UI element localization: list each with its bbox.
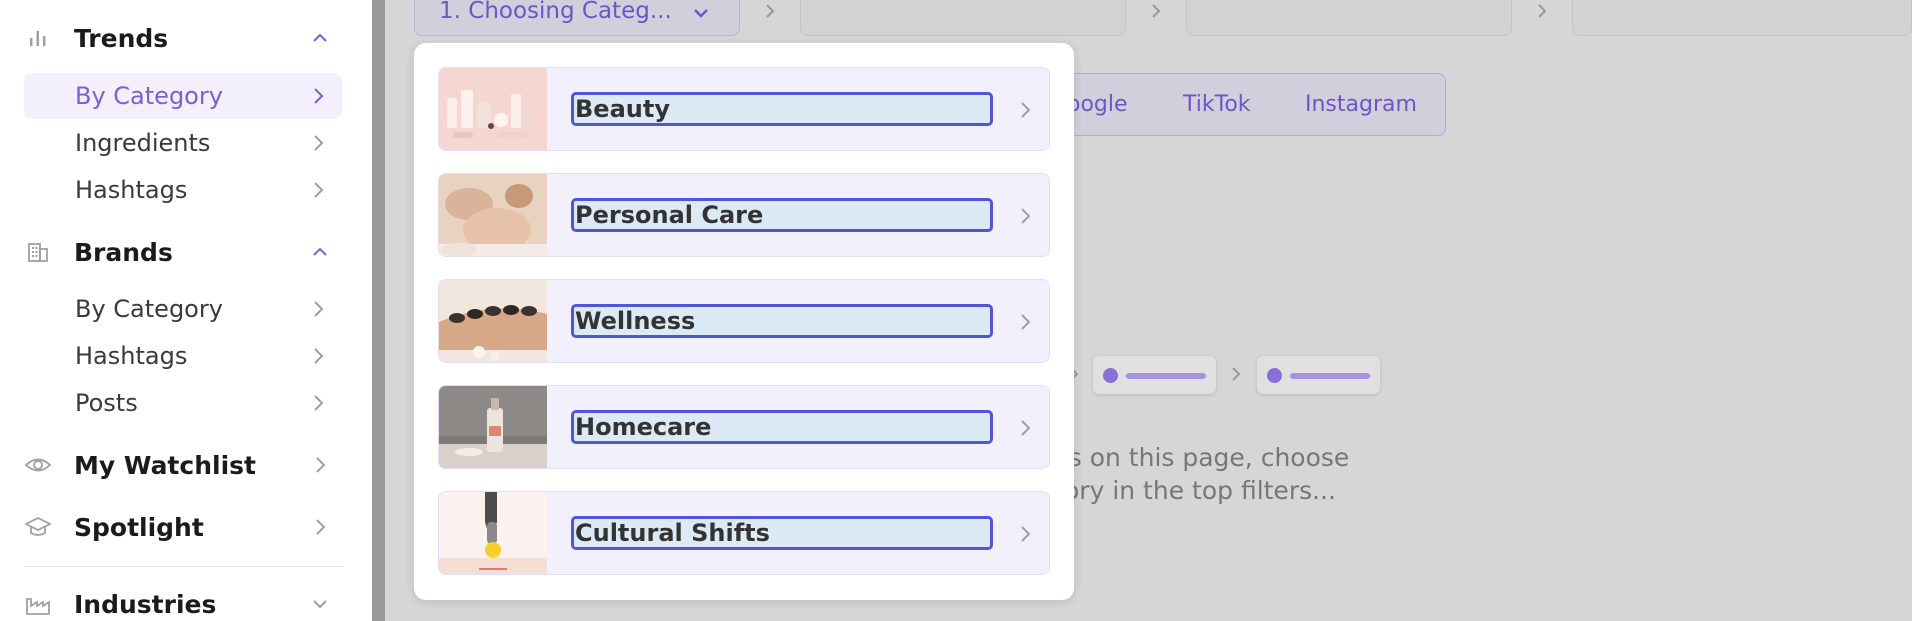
sidebar-item-brands-hashtags[interactable]: Hashtags bbox=[24, 333, 342, 379]
category-name-highlight: Cultural Shifts bbox=[571, 516, 993, 550]
step-2-select[interactable] bbox=[800, 0, 1126, 36]
chevron-right-icon bbox=[316, 519, 326, 535]
sidebar-section-label: Spotlight bbox=[74, 512, 204, 542]
sidebar-section-label: My Watchlist bbox=[74, 450, 256, 480]
sidebar-item-label: Ingredients bbox=[75, 129, 211, 157]
sidebar-item-trends-by-category[interactable]: By Category bbox=[24, 73, 342, 119]
scrollbar[interactable] bbox=[372, 0, 385, 621]
empty-state-message: lts on this page, choose ory in the top … bbox=[1052, 441, 1472, 507]
sidebar-item-posts[interactable]: Posts bbox=[24, 380, 342, 426]
empty-state-line: ory in the top filters... bbox=[1064, 476, 1336, 505]
sidebar-item-label: Posts bbox=[75, 389, 138, 417]
category-label: Beauty bbox=[575, 95, 670, 123]
mortarboard-icon bbox=[24, 513, 52, 541]
category-name-highlight: Wellness bbox=[571, 304, 993, 338]
tab-tiktok[interactable]: TikTok bbox=[1183, 92, 1251, 117]
building-icon bbox=[24, 238, 52, 266]
chevron-right-icon bbox=[766, 4, 775, 18]
sidebar-item-trends-hashtags[interactable]: Hashtags bbox=[24, 167, 342, 213]
chevron-right-icon bbox=[1021, 526, 1031, 542]
sidebar-section-label: Brands bbox=[74, 237, 173, 267]
bar-chart-icon bbox=[24, 24, 52, 52]
chevron-right-icon bbox=[1021, 314, 1031, 330]
sidebar-item-label: Hashtags bbox=[75, 342, 188, 370]
sidebar-item-label: By Category bbox=[75, 82, 223, 110]
category-name-highlight: Beauty bbox=[571, 92, 993, 126]
massage-image bbox=[439, 174, 547, 256]
hand-holding-lemon-image bbox=[439, 492, 547, 574]
sidebar-item-label: By Category bbox=[75, 295, 223, 323]
empty-state-line: lts on this page, choose bbox=[1052, 443, 1350, 472]
sidebar-section-trends[interactable]: Trends bbox=[24, 16, 342, 60]
chevron-right-icon bbox=[1021, 420, 1031, 436]
chevron-right-icon bbox=[314, 182, 324, 198]
chevron-right-icon bbox=[314, 395, 324, 411]
sidebar-section-brands[interactable]: Brands bbox=[24, 230, 342, 274]
chevron-down-icon[interactable] bbox=[308, 592, 332, 616]
category-name-highlight: Homecare bbox=[571, 410, 993, 444]
category-label: Cultural Shifts bbox=[575, 519, 770, 547]
chevron-down-icon bbox=[694, 9, 708, 18]
sidebar: Trends By Category Ingredients Hashtags … bbox=[0, 0, 372, 621]
beauty-products-image bbox=[439, 68, 547, 150]
tab-google[interactable]: oogle bbox=[1067, 92, 1128, 117]
step-select-label: 1. Choosing Categ... bbox=[439, 0, 672, 24]
chevron-right-icon bbox=[316, 457, 326, 473]
step-4-select[interactable] bbox=[1572, 0, 1912, 36]
step-select[interactable]: 1. Choosing Categ... bbox=[414, 0, 740, 36]
chevron-right-icon bbox=[314, 301, 324, 317]
chevron-up-icon[interactable] bbox=[308, 240, 332, 264]
sidebar-section-spotlight[interactable]: Spotlight bbox=[24, 505, 342, 549]
chevron-right-icon bbox=[1021, 208, 1031, 224]
category-item-personal-care[interactable]: Personal Care bbox=[438, 173, 1050, 257]
sidebar-section-label: Industries bbox=[74, 589, 217, 619]
factory-icon bbox=[24, 590, 52, 618]
diffuser-image bbox=[439, 386, 547, 468]
category-label: Wellness bbox=[575, 307, 696, 335]
chevron-up-icon[interactable] bbox=[308, 26, 332, 50]
chevron-right-icon bbox=[1538, 4, 1547, 18]
step-indicator bbox=[1093, 356, 1216, 394]
category-item-beauty[interactable]: Beauty bbox=[438, 67, 1050, 151]
chevron-right-icon bbox=[314, 135, 324, 151]
sidebar-section-industries[interactable]: Industries bbox=[24, 582, 342, 621]
sidebar-item-ingredients[interactable]: Ingredients bbox=[24, 120, 342, 166]
chevron-right-icon bbox=[1152, 4, 1161, 18]
chevron-right-icon bbox=[314, 88, 324, 104]
sidebar-section-watchlist[interactable]: My Watchlist bbox=[24, 443, 342, 487]
category-name-highlight: Personal Care bbox=[571, 198, 993, 232]
category-label: Personal Care bbox=[575, 201, 764, 229]
sidebar-item-brands-by-category[interactable]: By Category bbox=[24, 286, 342, 332]
chevron-right-icon bbox=[1021, 102, 1031, 118]
chevron-right-icon bbox=[314, 348, 324, 364]
category-label: Homecare bbox=[575, 413, 712, 441]
tab-instagram[interactable]: Instagram bbox=[1305, 92, 1417, 117]
category-item-homecare[interactable]: Homecare bbox=[438, 385, 1050, 469]
step-3-select[interactable] bbox=[1186, 0, 1512, 36]
check-icon bbox=[1103, 368, 1118, 383]
eye-icon bbox=[24, 451, 52, 479]
check-icon bbox=[1267, 368, 1282, 383]
sidebar-section-label: Trends bbox=[74, 23, 169, 53]
sidebar-divider bbox=[24, 566, 344, 567]
hot-stone-image bbox=[439, 280, 547, 362]
category-item-cultural-shifts[interactable]: Cultural Shifts bbox=[438, 491, 1050, 575]
sidebar-item-label: Hashtags bbox=[75, 176, 188, 204]
category-dropdown: Beauty Personal Care Wellness Homecare C… bbox=[414, 43, 1074, 600]
step-indicator bbox=[1257, 356, 1380, 394]
category-item-wellness[interactable]: Wellness bbox=[438, 279, 1050, 363]
chevron-right-icon bbox=[1232, 367, 1241, 381]
